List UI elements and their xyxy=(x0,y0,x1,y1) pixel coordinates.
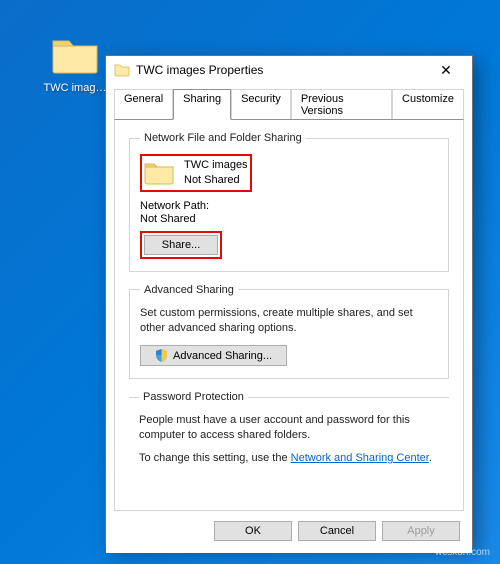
network-sharing-legend: Network File and Folder Sharing xyxy=(140,132,306,144)
watermark: wcsxdn.com xyxy=(435,547,490,558)
folder-icon xyxy=(114,62,130,78)
tab-security[interactable]: Security xyxy=(231,89,291,120)
password-protection-desc: People must have a user account and pass… xyxy=(139,413,439,443)
share-name: TWC images xyxy=(184,158,248,173)
advanced-sharing-button-label: Advanced Sharing... xyxy=(173,350,272,362)
password-protection-legend: Password Protection xyxy=(139,391,248,403)
tab-sharing[interactable]: Sharing xyxy=(173,89,231,120)
tab-customize[interactable]: Customize xyxy=(392,89,464,120)
folder-icon xyxy=(144,160,174,186)
dialog-buttons: OK Cancel Apply xyxy=(106,511,472,553)
tab-strip: General Sharing Security Previous Versio… xyxy=(106,84,472,119)
pp-suffix: . xyxy=(429,452,432,464)
share-button[interactable]: Share... xyxy=(144,235,218,255)
share-status: Not Shared xyxy=(184,173,248,188)
advanced-sharing-desc: Set custom permissions, create multiple … xyxy=(140,306,438,336)
close-icon: ✕ xyxy=(440,63,452,77)
network-path-label: Network Path: xyxy=(140,200,438,212)
tab-previous-versions[interactable]: Previous Versions xyxy=(291,89,392,120)
titlebar: TWC images Properties ✕ xyxy=(106,56,472,84)
shield-icon xyxy=(155,349,168,362)
properties-dialog: TWC images Properties ✕ General Sharing … xyxy=(105,55,473,548)
desktop-folder-label: TWC imag… xyxy=(40,82,110,94)
tab-general[interactable]: General xyxy=(114,89,173,120)
apply-button[interactable]: Apply xyxy=(382,521,460,541)
pp-change-prefix: To change this setting, use the xyxy=(139,452,291,464)
folder-icon xyxy=(51,35,99,75)
network-sharing-group: Network File and Folder Sharing TWC imag… xyxy=(129,132,449,272)
advanced-sharing-legend: Advanced Sharing xyxy=(140,284,238,296)
cancel-button[interactable]: Cancel xyxy=(298,521,376,541)
network-sharing-center-link[interactable]: Network and Sharing Center xyxy=(291,452,429,464)
desktop-folder-icon[interactable]: TWC imag… xyxy=(40,35,110,94)
password-protection-change: To change this setting, use the Network … xyxy=(139,451,439,466)
ok-button[interactable]: OK xyxy=(214,521,292,541)
advanced-sharing-button[interactable]: Advanced Sharing... xyxy=(140,345,287,366)
dialog-title: TWC images Properties xyxy=(136,63,426,77)
close-button[interactable]: ✕ xyxy=(426,56,466,84)
advanced-sharing-group: Advanced Sharing Set custom permissions,… xyxy=(129,284,449,380)
network-path-value: Not Shared xyxy=(140,213,438,225)
share-status-box: TWC images Not Shared xyxy=(140,154,252,192)
sharing-panel: Network File and Folder Sharing TWC imag… xyxy=(114,119,464,511)
password-protection-group: Password Protection People must have a u… xyxy=(129,391,449,486)
